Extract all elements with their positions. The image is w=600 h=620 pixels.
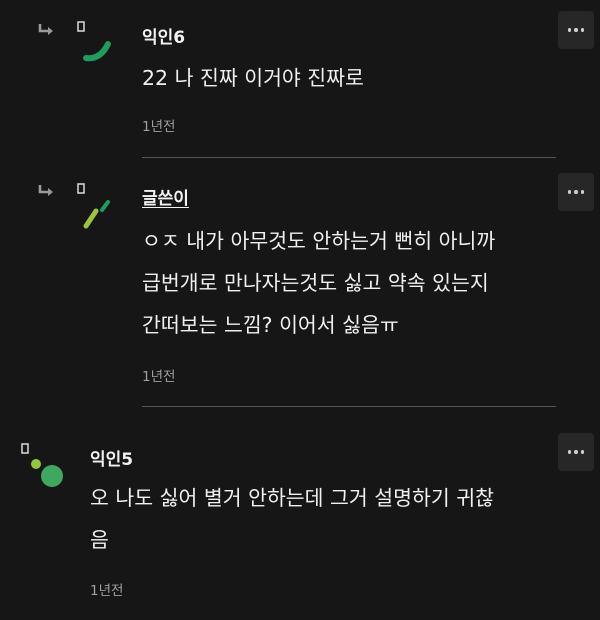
bookmark-icon — [77, 183, 85, 194]
comment-item: 익인6 22 나 진짜 이거야 진짜로 1년전 — [0, 0, 600, 160]
comment-divider — [142, 157, 556, 158]
more-options-button[interactable] — [558, 433, 594, 471]
more-options-button[interactable] — [558, 11, 594, 49]
comment-item: 글쓴이 ㅇㅈ 내가 아무것도 안하는거 뻔히 아니까 급번개로 만나자는것도 싫… — [0, 160, 600, 410]
avatar — [77, 21, 111, 62]
comment-author[interactable]: 익인6 — [142, 23, 185, 48]
avatar — [21, 443, 63, 487]
reply-arrow-icon — [38, 185, 53, 196]
more-options-icon — [567, 450, 572, 454]
more-options-icon — [567, 190, 572, 194]
more-options-button[interactable] — [558, 173, 594, 211]
avatar — [77, 183, 110, 229]
comment-body: 오 나도 싫어 별거 안하는데 그거 설명하기 귀찮 음 — [90, 486, 494, 552]
more-options-icon — [567, 28, 572, 32]
comment-item: 익인5 오 나도 싫어 별거 안하는데 그거 설명하기 귀찮 음 1년전 — [0, 410, 600, 620]
comment-body: 22 나 진짜 이거야 진짜로 — [142, 66, 364, 90]
comment-time: 1년전 — [142, 119, 176, 135]
comment-body: ㅇㅈ 내가 아무것도 안하는거 뻔히 아니까 급번개로 만나자는것도 싫고 약속… — [142, 229, 496, 337]
comment-time: 1년전 — [142, 369, 176, 385]
comment-author[interactable]: 글쓴이 — [142, 184, 189, 209]
comment-author[interactable]: 익인5 — [90, 445, 133, 470]
comment-divider — [142, 406, 556, 407]
comment-time: 1년전 — [90, 583, 124, 599]
reply-arrow-icon — [38, 24, 53, 35]
bookmark-icon — [21, 443, 29, 454]
bookmark-icon — [77, 21, 85, 32]
